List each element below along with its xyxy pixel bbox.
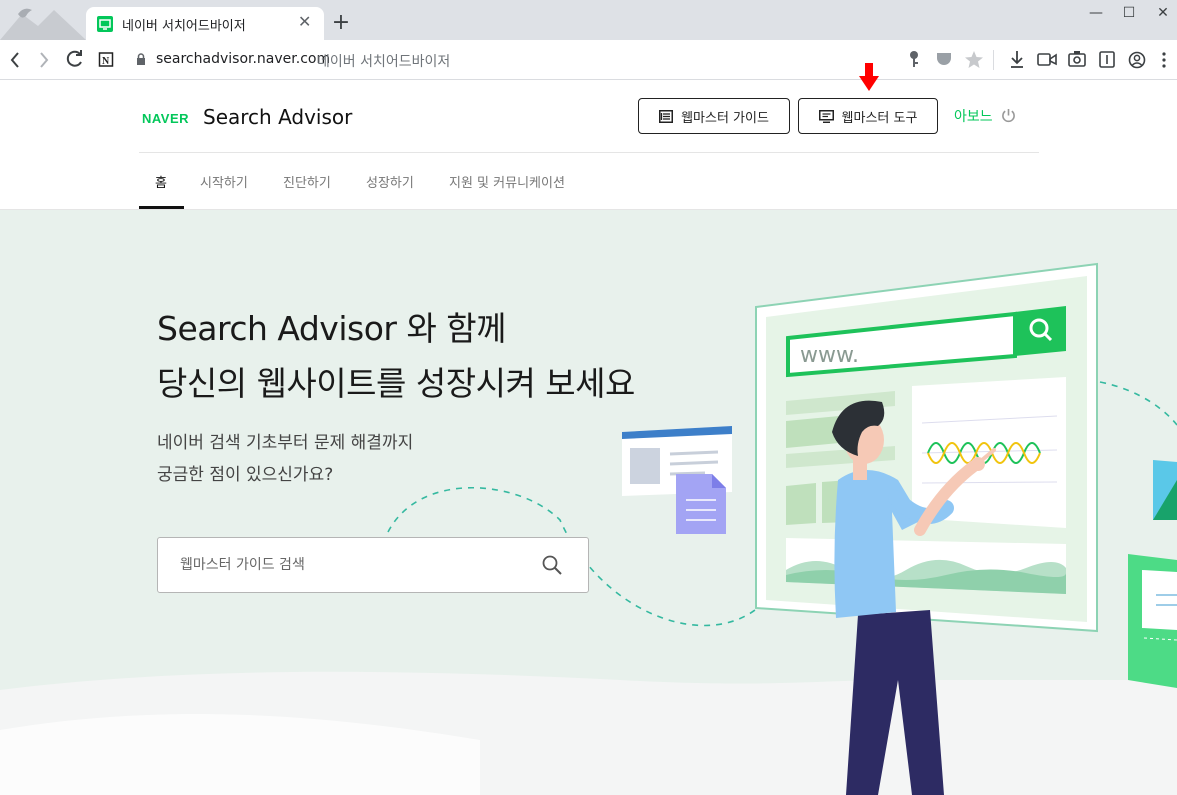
lock-icon bbox=[137, 53, 145, 65]
shield-icon[interactable] bbox=[934, 40, 954, 80]
new-tab-button[interactable]: + bbox=[330, 10, 352, 36]
about-link[interactable]: 아보느 bbox=[954, 106, 993, 126]
nav-diagnose[interactable]: 진단하기 bbox=[283, 172, 331, 191]
nav-grow[interactable]: 성장하기 bbox=[366, 172, 414, 191]
download-icon[interactable] bbox=[1007, 40, 1027, 80]
naver-logo[interactable]: NAVER bbox=[142, 111, 189, 126]
hero-subtext-line2: 궁금한 점이 있으신가요? bbox=[157, 465, 334, 485]
nav-getting-started[interactable]: 시작하기 bbox=[200, 172, 248, 191]
tab-favicon bbox=[97, 16, 113, 32]
hero-heading-line1: Search Advisor 와 함께 bbox=[157, 309, 507, 348]
illustration-url-text: www. bbox=[800, 343, 859, 368]
webmaster-guide-label: 웹마스터 가이드 bbox=[681, 110, 769, 126]
nav-active-indicator bbox=[139, 206, 184, 209]
tab-close-icon[interactable]: ✕ bbox=[298, 12, 311, 32]
key-icon[interactable] bbox=[905, 40, 923, 80]
browser-toolbar: N searchadvisor.naver.com 네이버 서치어드바이저 bbox=[0, 40, 1177, 80]
camera-icon[interactable] bbox=[1066, 40, 1088, 80]
reader-icon[interactable] bbox=[1097, 40, 1117, 80]
site-header: NAVER Search Advisor 웹마스터 가이드 웹마스터 도구 아보… bbox=[0, 81, 1177, 210]
book-icon bbox=[659, 109, 674, 123]
window-close-button[interactable]: ✕ bbox=[1143, 2, 1177, 26]
url-page-title: 네이버 서치어드바이저 bbox=[317, 54, 451, 70]
star-icon[interactable] bbox=[964, 40, 984, 80]
tab-strip-decoration bbox=[0, 8, 86, 40]
svg-text:N: N bbox=[102, 56, 110, 67]
guide-search-box bbox=[157, 537, 589, 593]
tab-title: 네이버 서치어드바이저 bbox=[122, 19, 246, 34]
monitor-icon bbox=[818, 109, 834, 123]
notion-icon[interactable]: N bbox=[96, 40, 116, 80]
guide-search-input[interactable] bbox=[180, 552, 520, 578]
annotation-arrow-icon bbox=[859, 63, 879, 91]
hero-section: www. Search Advisor 와 함께 당신의 웹사이트를 성장시켜 … bbox=[0, 210, 1177, 795]
header-divider bbox=[139, 152, 1039, 153]
menu-icon[interactable] bbox=[1156, 40, 1172, 80]
webmaster-tools-label: 웹마스터 도구 bbox=[841, 110, 918, 126]
nav-support-community[interactable]: 지원 및 커뮤니케이션 bbox=[449, 172, 565, 191]
active-tab[interactable]: 네이버 서치어드바이저 ✕ bbox=[86, 7, 324, 40]
nav-home[interactable]: 홈 bbox=[155, 172, 167, 191]
video-icon[interactable] bbox=[1036, 40, 1058, 80]
hero-subtext-line1: 네이버 검색 기초부터 문제 해결까지 bbox=[157, 433, 414, 453]
back-icon[interactable] bbox=[4, 40, 26, 80]
tab-strip: 네이버 서치어드바이저 ✕ + — ☐ ✕ bbox=[0, 0, 1177, 40]
webmaster-guide-button[interactable]: 웹마스터 가이드 bbox=[638, 98, 790, 134]
search-icon[interactable] bbox=[541, 554, 563, 576]
url-host[interactable]: searchadvisor.naver.com bbox=[156, 51, 330, 67]
hero-illustration: www. bbox=[0, 262, 1177, 795]
power-icon[interactable] bbox=[1001, 108, 1016, 123]
forward-icon[interactable] bbox=[33, 40, 55, 80]
toolbar-divider bbox=[993, 50, 994, 70]
reload-icon[interactable] bbox=[64, 40, 86, 80]
hero-heading-line2: 당신의 웹사이트를 성장시켜 보세요 bbox=[157, 364, 635, 403]
profile-icon[interactable] bbox=[1127, 40, 1147, 80]
webmaster-tools-button[interactable]: 웹마스터 도구 bbox=[798, 98, 938, 134]
brand-title[interactable]: Search Advisor bbox=[203, 105, 352, 129]
